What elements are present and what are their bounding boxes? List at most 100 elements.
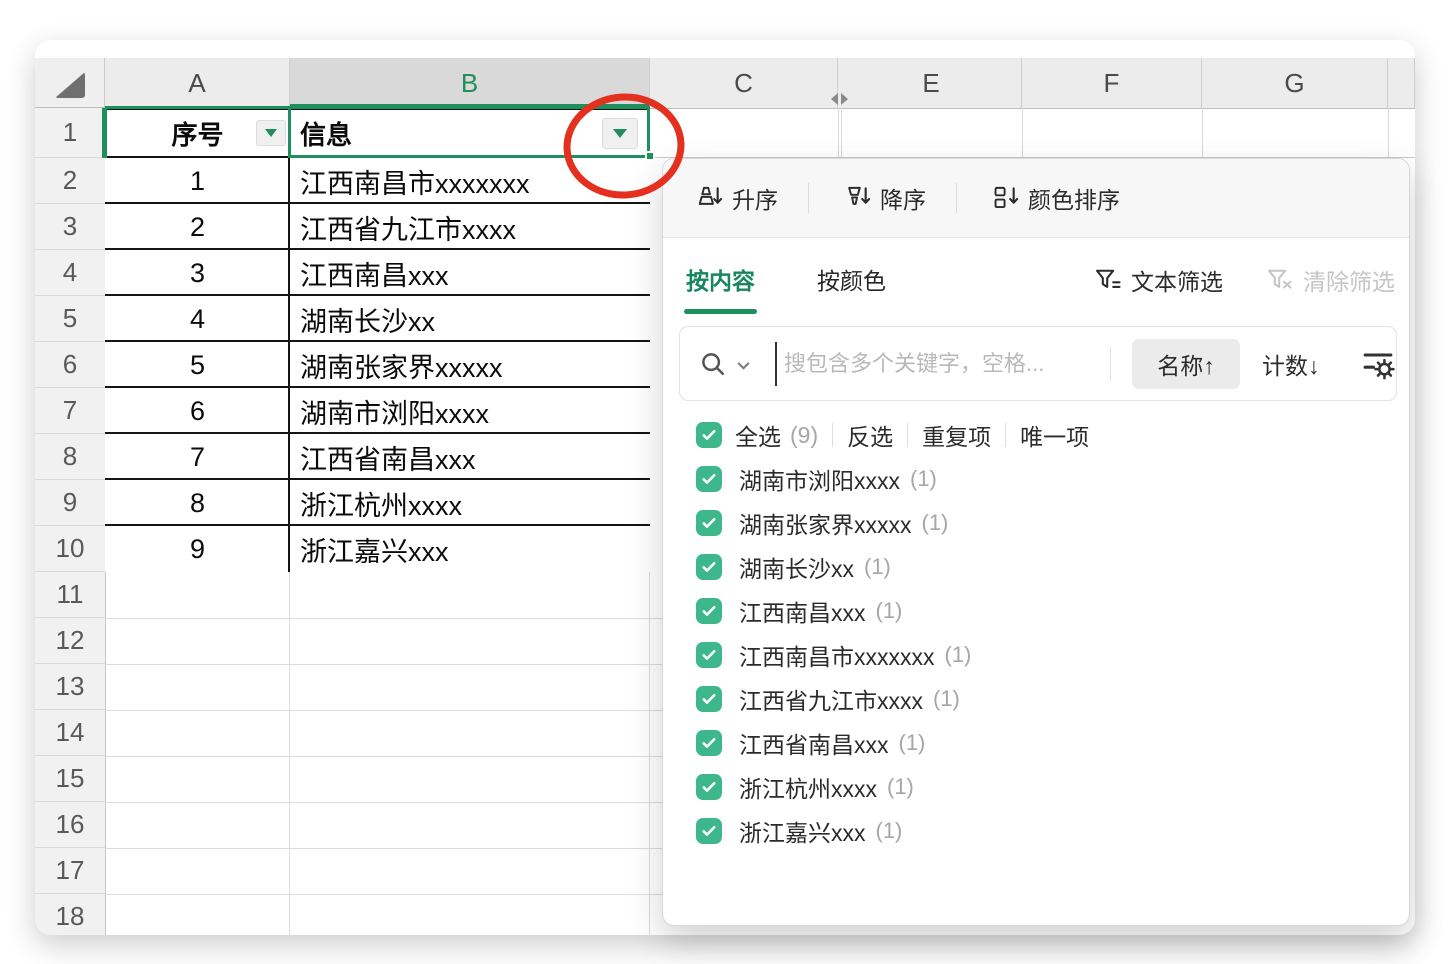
cell-B4[interactable]: 江西南昌xxx (290, 250, 650, 296)
select-all-label[interactable]: 全选 (735, 418, 781, 452)
cell-B8[interactable]: 江西省南昌xxx (290, 434, 650, 480)
checkbox-checked-icon[interactable] (696, 598, 722, 624)
row-header-13[interactable]: 13 (35, 664, 105, 710)
cell-A5[interactable]: 4 (105, 296, 290, 342)
display-settings-icon[interactable] (1360, 347, 1396, 381)
cell-A10[interactable]: 9 (105, 526, 290, 572)
cell-A4[interactable]: 3 (105, 250, 290, 296)
row-header-10[interactable]: 10 (35, 526, 105, 572)
chevron-down-icon[interactable] (736, 360, 751, 371)
filter-list-item[interactable]: 湖南长沙xx(1) (696, 545, 1389, 589)
text-filter-button[interactable]: 文本筛选 (1093, 263, 1223, 297)
gridline (105, 710, 662, 711)
filter-dropdown-serial-button[interactable] (256, 120, 286, 146)
cell-B5[interactable]: 湖南长沙xx (290, 296, 650, 342)
checkbox-checked-icon[interactable] (696, 466, 722, 492)
cell-B1[interactable]: 信息 (290, 108, 650, 158)
gridline (838, 108, 839, 158)
row-header-14[interactable]: 14 (35, 710, 105, 756)
clear-filter-button[interactable]: 清除筛选 (1265, 263, 1395, 297)
filter-list-item[interactable]: 浙江嘉兴xxx(1) (696, 809, 1389, 853)
sort-descending-button[interactable]: 降序 (839, 181, 926, 215)
filter-list-item[interactable]: 湖南市浏阳xxxx(1) (696, 457, 1389, 501)
sort-ascending-label: 升序 (732, 181, 778, 215)
sort-by-count-button[interactable]: 计数↓ (1262, 339, 1320, 389)
uniques-button[interactable]: 唯一项 (1020, 418, 1089, 452)
checkbox-checked-icon[interactable] (696, 730, 722, 756)
checkbox-checked-icon[interactable] (696, 554, 722, 580)
filter-list-item[interactable]: 浙江杭州xxxx(1) (696, 765, 1389, 809)
column-header-partial[interactable] (1391, 58, 1415, 108)
filter-list-item[interactable]: 湖南张家界xxxxx(1) (696, 501, 1389, 545)
cell-A1[interactable]: 序号 (105, 108, 290, 158)
checkbox-checked-icon[interactable] (696, 510, 722, 536)
column-header-E[interactable]: E (841, 58, 1022, 108)
checkbox-checked-icon[interactable] (696, 774, 722, 800)
filter-item-count: (1) (933, 686, 960, 712)
row-header-12[interactable]: 12 (35, 618, 105, 664)
row-header-3[interactable]: 3 (35, 204, 105, 250)
cell-A8[interactable]: 7 (105, 434, 290, 480)
row-header-16[interactable]: 16 (35, 802, 105, 848)
search-input[interactable] (782, 335, 1101, 393)
cell-A2[interactable]: 1 (105, 158, 290, 204)
cell-A6[interactable]: 5 (105, 342, 290, 388)
select-all-checkbox[interactable] (696, 422, 722, 448)
invert-selection-button[interactable]: 反选 (847, 418, 893, 452)
filter-dropdown-info-button[interactable] (602, 118, 638, 149)
fill-handle[interactable] (645, 151, 655, 161)
filter-list-item[interactable]: 江西省南昌xxx(1) (696, 721, 1389, 765)
column-header-F[interactable]: F (1022, 58, 1202, 108)
checkbox-checked-icon[interactable] (696, 642, 722, 668)
row-header-2[interactable]: 2 (35, 158, 105, 204)
filter-item-count: (1) (922, 510, 949, 536)
column-header-C[interactable]: C (650, 58, 838, 108)
row-header-11[interactable]: 11 (35, 572, 105, 618)
column-header-A[interactable]: A (105, 58, 290, 108)
row-header-6[interactable]: 6 (35, 342, 105, 388)
filter-item-count: (1) (887, 774, 914, 800)
divider (1110, 346, 1111, 382)
select-all-triangle-icon (55, 72, 85, 98)
filter-item-label: 江西南昌xxx (739, 594, 866, 628)
filter-list-item[interactable]: 江西省九江市xxxx(1) (696, 677, 1389, 721)
cell-B2[interactable]: 江西南昌市xxxxxxx (290, 158, 650, 204)
screenshot-stage: 序号 信息 ABCEFG1234567891011121314151617181… (0, 0, 1448, 964)
row-header-7[interactable]: 7 (35, 388, 105, 434)
column-header-B[interactable]: B (290, 58, 650, 108)
cell-B6[interactable]: 湖南张家界xxxxx (290, 342, 650, 388)
tab-by-content[interactable]: 按内容 (686, 262, 755, 298)
clear-filter-label: 清除筛选 (1303, 263, 1395, 297)
row-header-9[interactable]: 9 (35, 480, 105, 526)
row-header-4[interactable]: 4 (35, 250, 105, 296)
filter-tabs-row: 按内容 按颜色 文本筛选 清除筛选 (663, 239, 1409, 321)
gridline (105, 618, 662, 619)
search-icon[interactable] (698, 349, 728, 379)
row-header-1[interactable]: 1 (35, 108, 105, 158)
cell-B7[interactable]: 湖南市浏阳xxxx (290, 388, 650, 434)
cell-A7[interactable]: 6 (105, 388, 290, 434)
checkbox-checked-icon[interactable] (696, 686, 722, 712)
sort-ascending-button[interactable]: 升序 (691, 181, 778, 215)
filter-list-item[interactable]: 江西南昌xxx(1) (696, 589, 1389, 633)
selection-top-edge (105, 106, 650, 109)
hidden-column-handle[interactable] (824, 92, 854, 106)
duplicates-button[interactable]: 重复项 (922, 418, 991, 452)
filter-list-item[interactable]: 江西南昌市xxxxxxx(1) (696, 633, 1389, 677)
row-header-15[interactable]: 15 (35, 756, 105, 802)
tab-by-color[interactable]: 按颜色 (817, 262, 886, 298)
row-header-18[interactable]: 18 (35, 894, 105, 935)
cell-B10[interactable]: 浙江嘉兴xxx (290, 526, 650, 572)
row-header-17[interactable]: 17 (35, 848, 105, 894)
cell-B9[interactable]: 浙江杭州xxxx (290, 480, 650, 526)
select-all-corner[interactable] (35, 58, 105, 108)
checkbox-checked-icon[interactable] (696, 818, 722, 844)
sort-by-name-button[interactable]: 名称↑ (1132, 339, 1240, 389)
cell-A3[interactable]: 2 (105, 204, 290, 250)
row-header-8[interactable]: 8 (35, 434, 105, 480)
column-header-G[interactable]: G (1202, 58, 1388, 108)
sort-by-color-button[interactable]: 颜色排序 (987, 181, 1120, 215)
cell-B3[interactable]: 江西省九江市xxxx (290, 204, 650, 250)
cell-A9[interactable]: 8 (105, 480, 290, 526)
row-header-5[interactable]: 5 (35, 296, 105, 342)
